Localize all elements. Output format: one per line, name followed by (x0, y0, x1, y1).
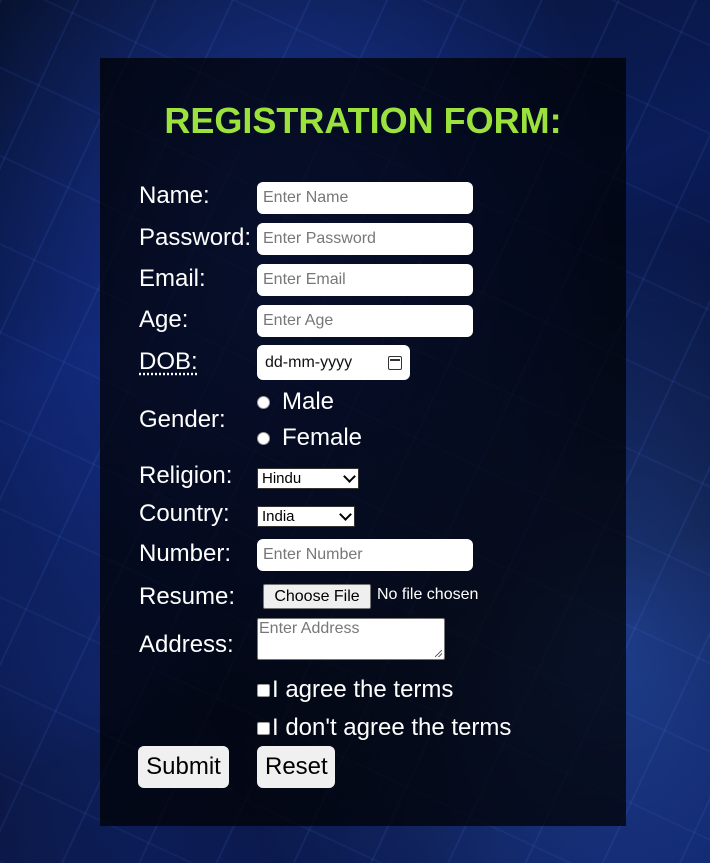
number-label: Number: (139, 540, 232, 567)
reset-button[interactable]: Reset (257, 746, 335, 788)
dob-value: dd-mm-yyyy (265, 353, 353, 371)
file-status: No file chosen (377, 586, 479, 603)
gender-female-label: Female (282, 424, 363, 451)
dob-date-input[interactable]: dd-mm-yyyy (257, 345, 410, 380)
choose-file-button[interactable]: Choose File (263, 584, 371, 609)
agree-terms-label: I agree the terms (272, 676, 454, 703)
age-label: Age: (139, 306, 189, 333)
address-placeholder: Enter Address (259, 620, 360, 637)
address-label: Address: (139, 631, 234, 658)
calendar-icon[interactable] (388, 355, 402, 370)
country-selected: India (262, 508, 295, 525)
agree-checkbox[interactable] (257, 683, 270, 697)
religion-label: Religion: (139, 462, 233, 489)
agree-terms-option[interactable]: I agree the terms (257, 676, 453, 704)
number-input[interactable] (257, 539, 473, 571)
disagree-terms-option[interactable]: I don't agree the terms (257, 714, 511, 742)
name-label: Name: (139, 182, 210, 209)
password-input[interactable] (257, 223, 473, 255)
submit-button[interactable]: Submit (138, 746, 229, 788)
gender-label: Gender: (139, 406, 226, 433)
age-input[interactable] (257, 305, 473, 337)
name-input[interactable] (257, 182, 473, 214)
email-label: Email: (139, 265, 206, 292)
email-input[interactable] (257, 264, 473, 296)
disagree-checkbox[interactable] (257, 721, 270, 735)
radio-female[interactable] (257, 431, 270, 445)
address-textarea[interactable]: Enter Address (257, 618, 445, 660)
resume-label: Resume: (139, 583, 236, 610)
page-title: REGISTRATION FORM: (164, 100, 562, 141)
country-label: Country: (139, 500, 230, 527)
gender-option-female[interactable]: Female (257, 424, 362, 452)
dob-label: DOB: (139, 348, 198, 375)
radio-male[interactable] (257, 395, 270, 409)
chevron-down-icon (339, 508, 352, 521)
disagree-terms-label: I don't agree the terms (272, 714, 512, 741)
chevron-down-icon (343, 470, 356, 483)
form-panel (100, 58, 626, 826)
religion-selected: Hindu (262, 470, 302, 487)
gender-male-label: Male (282, 388, 335, 415)
gender-option-male[interactable]: Male (257, 388, 334, 416)
country-select[interactable]: India (257, 506, 355, 527)
resize-handle-icon[interactable] (435, 650, 442, 657)
religion-select[interactable]: Hindu (257, 468, 359, 489)
password-label: Password: (139, 224, 252, 251)
